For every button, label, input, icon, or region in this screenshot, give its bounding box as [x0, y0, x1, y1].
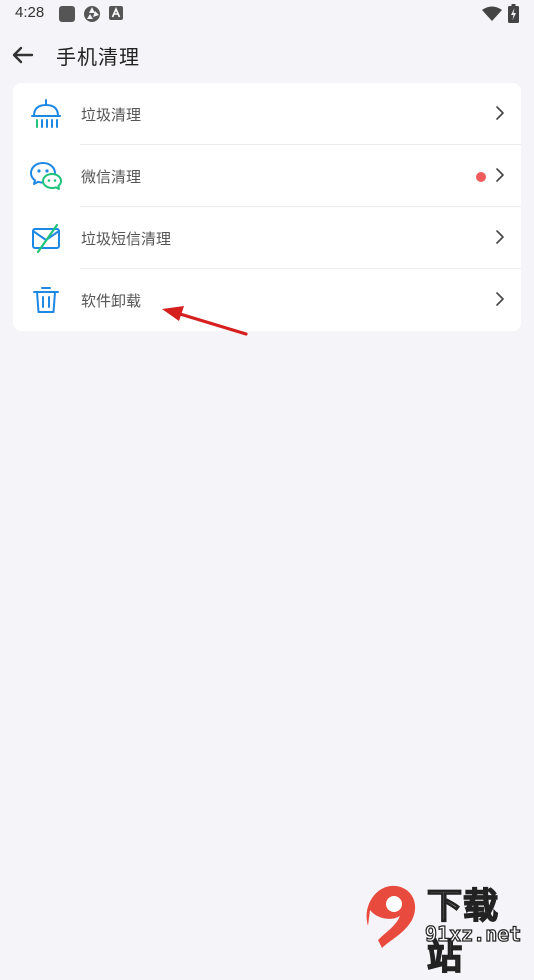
menu-item-label: 软件卸载	[81, 292, 142, 310]
a-badge-icon	[109, 6, 123, 20]
wechat-icon	[30, 162, 62, 190]
notification-dot	[476, 172, 486, 182]
trash-icon	[33, 287, 59, 313]
menu-item-spam-sms-clean[interactable]: 垃圾短信清理	[13, 207, 521, 269]
site-logo-icon	[366, 885, 416, 948]
chevron-right-icon	[496, 106, 504, 120]
menu-item-label: 垃圾短信清理	[81, 230, 172, 248]
page-title: 手机清理	[56, 45, 140, 69]
menu-item-label: 微信清理	[81, 168, 142, 186]
menu-item-app-uninstall[interactable]: 软件卸载	[13, 269, 521, 331]
chevron-right-icon	[496, 168, 504, 182]
chevron-right-icon	[496, 292, 504, 306]
menu-item-wechat-clean[interactable]: 微信清理	[13, 145, 521, 207]
app-bar: 手机清理	[0, 28, 534, 82]
menu-item-label: 垃圾清理	[81, 106, 142, 124]
aperture-icon	[84, 6, 100, 22]
square-notification-icon	[59, 6, 75, 22]
watermark-text-en: 91xz.net	[424, 921, 522, 946]
back-button[interactable]	[8, 40, 38, 70]
battery-charging-icon	[508, 4, 519, 23]
message-blocked-icon	[32, 223, 60, 254]
status-time: 4:28	[15, 4, 45, 21]
chevron-right-icon	[496, 230, 504, 244]
menu-item-junk-clean[interactable]: 垃圾清理	[13, 83, 521, 145]
shower-broom-icon	[31, 99, 61, 128]
status-bar: 4:28	[0, 0, 534, 28]
arrow-left-icon	[12, 46, 34, 64]
watermark: 下载站 91xz.net	[360, 878, 530, 979]
cleanup-menu-card: 垃圾清理 微信清理 垃圾短信清理 软件卸载	[13, 83, 521, 331]
wifi-icon	[482, 6, 502, 21]
